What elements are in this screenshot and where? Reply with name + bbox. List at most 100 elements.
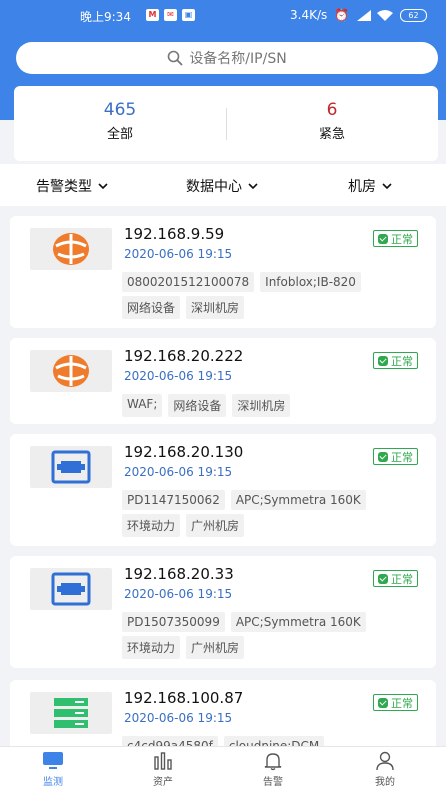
status-badge-label: 正常 bbox=[391, 450, 413, 464]
device-thumbnail bbox=[30, 446, 112, 488]
stat-all[interactable]: 465 全部 bbox=[50, 100, 190, 142]
battery-indicator: 62 bbox=[400, 9, 427, 22]
stats-panel: 465 全部 6 紧急 bbox=[14, 86, 438, 161]
device-ip: 192.168.20.130 bbox=[124, 443, 244, 461]
device-tag: WAF; bbox=[122, 394, 163, 417]
device-date: 2020-06-06 19:15 bbox=[124, 711, 233, 725]
device-tag: 网络设备 bbox=[168, 394, 227, 417]
device-tag: c4cd99a4580f bbox=[122, 736, 218, 746]
device-tag: Infoblox;IB-820 bbox=[260, 272, 361, 292]
search-input[interactable]: 设备名称/IP/SN bbox=[16, 42, 438, 74]
nav-assets-label: 资产 bbox=[153, 777, 173, 788]
stats-divider bbox=[226, 108, 227, 140]
tag-row: 环境动力 广州机房 bbox=[122, 636, 245, 659]
device-tag: 广州机房 bbox=[186, 514, 245, 537]
nav-profile-label: 我的 bbox=[375, 777, 395, 788]
status-badge-label: 正常 bbox=[391, 572, 413, 586]
device-card[interactable]: 192.168.9.59 2020-06-06 19:15 正常 0800201… bbox=[10, 216, 436, 328]
status-badge: 正常 bbox=[373, 570, 418, 587]
check-icon bbox=[378, 697, 388, 708]
device-date: 2020-06-06 19:15 bbox=[124, 465, 233, 479]
check-icon bbox=[378, 573, 388, 584]
tag-row: 0800201512100078 Infoblox;IB-820 bbox=[122, 272, 361, 292]
filter-datacenter[interactable]: 数据中心 bbox=[186, 176, 258, 196]
tag-row: PD1147150062 APC;Symmetra 160K bbox=[122, 490, 366, 510]
network-device-icon bbox=[53, 233, 89, 265]
status-badge: 正常 bbox=[373, 352, 418, 369]
bottom-navigation: 监测 资产 告警 我的 bbox=[0, 746, 446, 793]
device-date: 2020-06-06 19:15 bbox=[124, 369, 233, 383]
device-card[interactable]: 192.168.20.130 2020-06-06 19:15 正常 PD114… bbox=[10, 434, 436, 546]
device-tag: 环境动力 bbox=[122, 514, 181, 537]
filter-datacenter-label: 数据中心 bbox=[186, 179, 242, 195]
tag-row: 网络设备 深圳机房 bbox=[122, 296, 245, 319]
stat-urgent-label: 紧急 bbox=[318, 127, 345, 142]
device-tag: 深圳机房 bbox=[232, 394, 291, 417]
ups-device-icon bbox=[51, 572, 91, 606]
device-ip: 192.168.20.33 bbox=[124, 565, 234, 583]
monitor-icon bbox=[43, 752, 63, 769]
filter-room-label: 机房 bbox=[348, 179, 376, 195]
server-device-icon bbox=[54, 698, 88, 728]
nav-profile[interactable]: 我的 bbox=[350, 751, 420, 788]
device-tag: 深圳机房 bbox=[186, 296, 245, 319]
device-card[interactable]: 192.168.20.222 2020-06-06 19:15 正常 WAF; … bbox=[10, 338, 436, 424]
device-card[interactable]: 192.168.100.87 2020-06-06 19:15 正常 c4cd9… bbox=[10, 680, 436, 746]
chevron-down-icon bbox=[248, 182, 258, 189]
device-date: 2020-06-06 19:15 bbox=[124, 587, 233, 601]
device-tag: 环境动力 bbox=[122, 636, 181, 659]
search-placeholder: 设备名称/IP/SN bbox=[189, 51, 287, 67]
filter-room[interactable]: 机房 bbox=[348, 176, 392, 196]
device-thumbnail bbox=[30, 568, 112, 610]
assets-icon bbox=[154, 752, 172, 770]
nav-monitor[interactable]: 监测 bbox=[18, 751, 88, 788]
stat-urgent-value: 6 bbox=[326, 100, 338, 120]
stat-all-value: 465 bbox=[103, 100, 137, 120]
stat-all-label: 全部 bbox=[106, 127, 133, 142]
device-tag: PD1507350099 bbox=[122, 612, 225, 632]
network-speed: 3.4K/s bbox=[290, 8, 328, 22]
gallery-notification-icon: ▣ bbox=[182, 9, 195, 21]
bell-icon bbox=[264, 753, 282, 771]
chevron-down-icon bbox=[382, 182, 392, 189]
alarm-icon: ⏰ bbox=[334, 8, 349, 22]
device-tag: APC;Symmetra 160K bbox=[230, 490, 366, 510]
device-tag: 广州机房 bbox=[186, 636, 245, 659]
device-thumbnail bbox=[30, 228, 112, 270]
ups-device-icon bbox=[51, 450, 91, 484]
nav-assets[interactable]: 资产 bbox=[128, 751, 198, 788]
status-badge-label: 正常 bbox=[391, 354, 413, 368]
device-ip: 192.168.20.222 bbox=[124, 347, 244, 365]
device-date: 2020-06-06 19:15 bbox=[124, 247, 233, 261]
check-icon bbox=[378, 355, 388, 366]
wifi-icon bbox=[377, 10, 393, 21]
tag-row: c4cd99a4580f cloudnine;DCM bbox=[122, 736, 325, 746]
device-tag: APC;Symmetra 160K bbox=[230, 612, 366, 632]
tag-row: 环境动力 广州机房 bbox=[122, 514, 245, 537]
device-ip: 192.168.100.87 bbox=[124, 689, 244, 707]
filter-alarm-type-label: 告警类型 bbox=[36, 179, 92, 195]
status-badge: 正常 bbox=[373, 694, 418, 711]
filter-alarm-type[interactable]: 告警类型 bbox=[36, 176, 108, 196]
device-thumbnail bbox=[30, 350, 112, 392]
device-card[interactable]: 192.168.20.33 2020-06-06 19:15 正常 PD1507… bbox=[10, 556, 436, 668]
status-badge: 正常 bbox=[373, 448, 418, 465]
nav-monitor-label: 监测 bbox=[43, 777, 63, 788]
mail-notification-icon: M bbox=[146, 9, 159, 21]
tag-row: PD1507350099 APC;Symmetra 160K bbox=[122, 612, 366, 632]
network-device-icon bbox=[53, 355, 89, 387]
check-icon bbox=[378, 233, 388, 244]
check-icon bbox=[378, 451, 388, 462]
search-icon bbox=[168, 50, 183, 66]
device-ip: 192.168.9.59 bbox=[124, 225, 225, 243]
status-badge-label: 正常 bbox=[391, 696, 413, 710]
filter-bar: 告警类型 数据中心 机房 bbox=[0, 164, 446, 206]
stat-urgent[interactable]: 6 紧急 bbox=[262, 100, 402, 142]
nav-alarm-label: 告警 bbox=[263, 777, 283, 788]
tag-row: WAF; 网络设备 深圳机房 bbox=[122, 394, 291, 417]
status-badge-label: 正常 bbox=[391, 232, 413, 246]
status-bar: 晚上9:34 M ✉ ▣ 3.4K/s ⏰ 62 bbox=[0, 0, 446, 30]
device-tag: cloudnine;DCM bbox=[223, 736, 325, 746]
nav-alarm[interactable]: 告警 bbox=[238, 751, 308, 788]
app-notification-icon: ✉ bbox=[164, 9, 177, 21]
